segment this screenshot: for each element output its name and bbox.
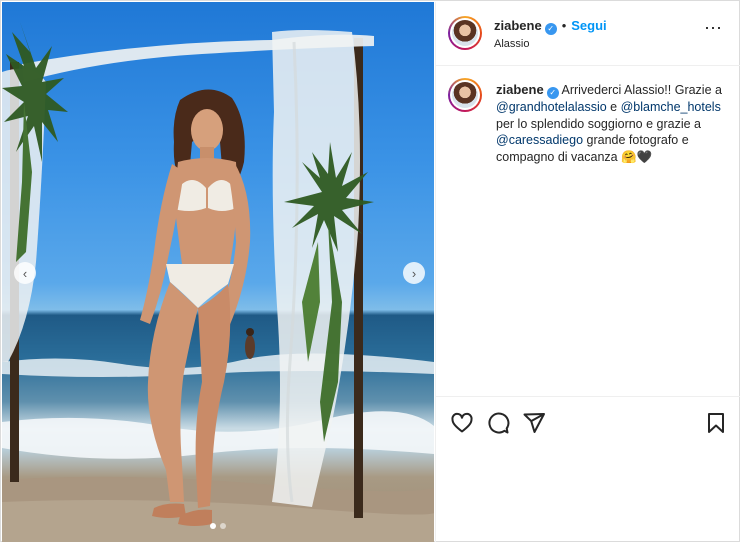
header-name-line: ziabene ✓ • Segui	[494, 18, 607, 35]
post-side-panel: ziabene ✓ • Segui Alassio ⋯ ziabene ✓ Arrive…	[435, 2, 740, 542]
carousel-dot-active	[210, 523, 216, 529]
caption-fragment: Arrivederci Alassio!! Grazie a	[561, 83, 722, 97]
mention-link[interactable]: @caressadiego	[496, 133, 583, 147]
avatar[interactable]	[448, 16, 482, 50]
caption-avatar[interactable]	[448, 78, 482, 112]
beach-scene	[2, 22, 434, 542]
instagram-post: ‹ › ziabene ✓ • Segui Alassio ⋯ ziabene ✓ Ar…	[0, 0, 740, 542]
post-caption: ziabene ✓ Arrivederci Alassio!! Grazie a …	[436, 66, 740, 396]
mention-link[interactable]: @grandhotelalassio	[496, 100, 607, 114]
caption-fragment: e	[606, 100, 621, 114]
follow-button[interactable]: Segui	[571, 18, 606, 33]
carousel-prev-button[interactable]: ‹	[14, 262, 36, 284]
carousel-next-button[interactable]: ›	[403, 262, 425, 284]
comment-icon[interactable]	[486, 411, 510, 435]
verified-badge-icon: ✓	[546, 87, 559, 99]
separator-dot: •	[561, 18, 567, 33]
caption-fragment: per lo splendido soggiorno e grazie a	[496, 116, 701, 131]
mention-link[interactable]: @blamche_hotels	[621, 100, 721, 114]
location-link[interactable]: Alassio	[494, 38, 529, 50]
carousel-dots	[2, 523, 434, 529]
profile-photo	[452, 20, 478, 46]
more-options-icon[interactable]: ⋯	[704, 19, 723, 37]
action-bar	[436, 396, 740, 448]
caption-text: ziabene ✓ Arrivederci Alassio!! Grazie a …	[496, 82, 728, 165]
profile-photo	[452, 82, 478, 108]
post-photo[interactable]: ‹ ›	[2, 2, 434, 542]
person-figure	[140, 89, 251, 526]
caption-username[interactable]: ziabene	[496, 82, 544, 97]
share-icon[interactable]	[522, 411, 546, 435]
bookmark-icon[interactable]	[704, 411, 728, 435]
verified-badge-icon: ✓	[544, 23, 557, 35]
header-username[interactable]: ziabene	[494, 18, 542, 33]
carousel-dot	[220, 523, 226, 529]
post-header: ziabene ✓ • Segui Alassio ⋯	[436, 2, 740, 66]
heart-icon[interactable]	[450, 411, 474, 435]
